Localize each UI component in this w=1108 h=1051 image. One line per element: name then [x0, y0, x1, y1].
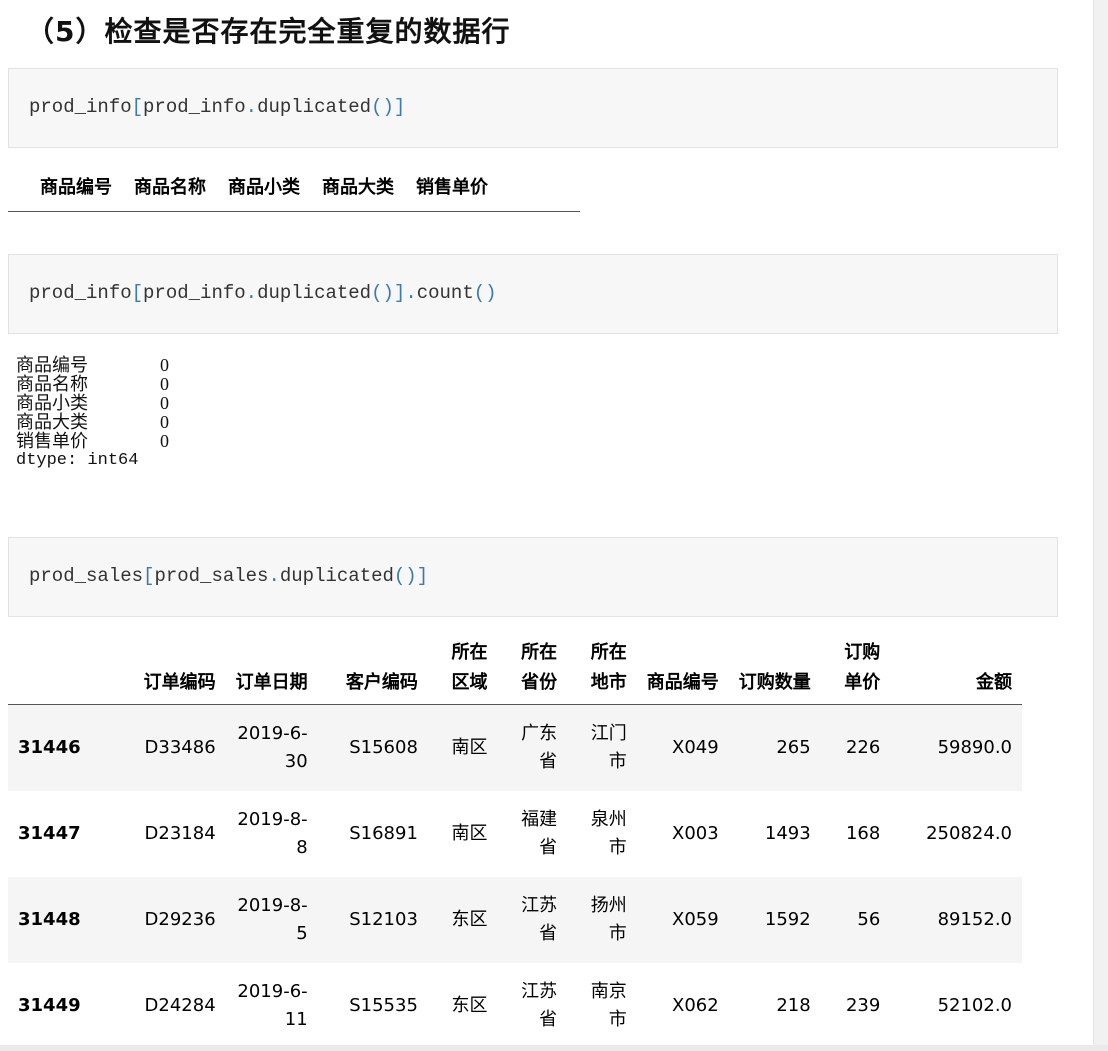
series-output: 商品编号 0 商品名称 0 商品小类 0 商品大类 0 销售单价 0 dtype: int…: [16, 355, 180, 471]
table-cell: S15535: [349, 995, 418, 1016]
code-cell-1[interactable]: prod_info[prod_info.duplicated()]: [8, 68, 1058, 148]
table-cell: X049: [672, 737, 719, 758]
table-cell: 265: [776, 737, 811, 758]
table-cell: 江门市: [590, 723, 627, 772]
table-cell: S12103: [349, 909, 418, 930]
table-cell: 南区: [451, 737, 488, 758]
table-cell: D29236: [144, 909, 216, 930]
column-header: 订单编码: [112, 636, 226, 705]
table-cell: 52102.0: [937, 995, 1012, 1016]
table-cell: 218: [776, 995, 811, 1016]
table-cell: D33486: [144, 737, 216, 758]
column-header: 所在区域: [427, 636, 498, 705]
series-row: 商品大类 0: [16, 412, 169, 432]
table-cell: 江苏省: [521, 981, 558, 1030]
table-cell: D24284: [144, 995, 216, 1016]
table-row: 31447 D23184 2019-8-8 S16891 南区 福建省 泉州市 …: [8, 791, 1022, 877]
column-header: 所在省份: [497, 636, 568, 705]
vertical-scrollbar[interactable]: [1093, 0, 1108, 1051]
table-cell: 59890.0: [937, 737, 1012, 758]
table-cell: 2019-8-5: [237, 895, 308, 944]
table-row: 31449 D24284 2019-6-11 S15535 东区 江苏省 南京市…: [8, 963, 1022, 1049]
table-cell: 89152.0: [937, 909, 1012, 930]
table-cell: 2019-8-8: [237, 809, 308, 858]
series-row: 商品名称 0: [16, 374, 169, 394]
column-header: 商品名称: [134, 177, 206, 198]
row-index: 31448: [18, 909, 81, 930]
table-cell: 扬州市: [590, 895, 627, 944]
code-line-2: prod_info[prod_info.duplicated()].count(…: [29, 282, 497, 304]
table-cell: X003: [672, 823, 719, 844]
table-cell: 东区: [451, 995, 488, 1016]
column-header: 订购数量: [728, 636, 821, 705]
table-cell: 1493: [764, 823, 811, 844]
series-row: 销售单价 0: [16, 431, 169, 451]
column-header: 订单日期: [225, 636, 318, 705]
table-cell: 56: [857, 909, 881, 930]
table-cell: 250824.0: [926, 823, 1012, 844]
table-cell: 2019-6-30: [237, 723, 308, 772]
index-header: [8, 636, 113, 705]
code-line-3: prod_sales[prod_sales.duplicated()]: [29, 565, 429, 587]
horizontal-scrollbar[interactable]: [0, 1045, 1108, 1051]
table-cell: 1592: [764, 909, 811, 930]
table-cell: S15608: [349, 737, 418, 758]
column-header: 销售单价: [416, 177, 488, 198]
table-cell: 2019-6-11: [237, 981, 308, 1030]
table-cell: 239: [845, 995, 881, 1016]
column-header: 所在地市: [567, 636, 637, 705]
table-cell: X062: [672, 995, 719, 1016]
series-row: 商品小类 0: [16, 393, 169, 413]
code-line-1: prod_info[prod_info.duplicated()]: [29, 96, 406, 118]
column-header: 订购单价: [820, 636, 891, 705]
table-cell: 226: [845, 737, 881, 758]
table-cell: 福建省: [521, 809, 558, 858]
section-heading: （5）检查是否存在完全重复的数据行: [26, 15, 511, 48]
table-cell: 168: [845, 823, 881, 844]
dtype-label: dtype: int64: [16, 451, 139, 470]
table-cell: 泉州市: [590, 809, 627, 858]
column-header: 金额: [890, 636, 1022, 705]
table-cell: S16891: [349, 823, 418, 844]
table-cell: 东区: [451, 909, 488, 930]
table-cell: 广东省: [521, 723, 558, 772]
sales-dataframe: 订单编码 订单日期 客户编码 所在区域 所在省份 所在地市 商品编号 订购数量 …: [8, 636, 1022, 1049]
table-cell: 南区: [451, 823, 488, 844]
table-cell: X059: [672, 909, 719, 930]
table-cell: 南京市: [590, 981, 627, 1030]
column-header: 商品编号: [40, 177, 112, 198]
code-cell-2[interactable]: prod_info[prod_info.duplicated()].count(…: [8, 254, 1058, 334]
code-cell-3[interactable]: prod_sales[prod_sales.duplicated()]: [8, 537, 1058, 617]
table-cell: 江苏省: [521, 895, 558, 944]
table-row: 31448 D29236 2019-8-5 S12103 东区 江苏省 扬州市 …: [8, 877, 1022, 963]
empty-dataframe-output: 商品编号 商品名称 商品小类 商品大类 销售单价: [8, 168, 580, 212]
column-header: 商品编号: [636, 636, 729, 705]
series-row: 商品编号 0: [16, 355, 169, 375]
table-row: 31446 D33486 2019-6-30 S15608 南区 广东省 江门市…: [8, 704, 1022, 791]
column-header: 客户编码: [317, 636, 428, 705]
row-index: 31447: [18, 823, 81, 844]
row-index: 31449: [18, 995, 81, 1016]
row-index: 31446: [18, 737, 81, 758]
column-header: 商品大类: [322, 177, 394, 198]
table-cell: D23184: [144, 823, 216, 844]
column-header: 商品小类: [228, 177, 300, 198]
